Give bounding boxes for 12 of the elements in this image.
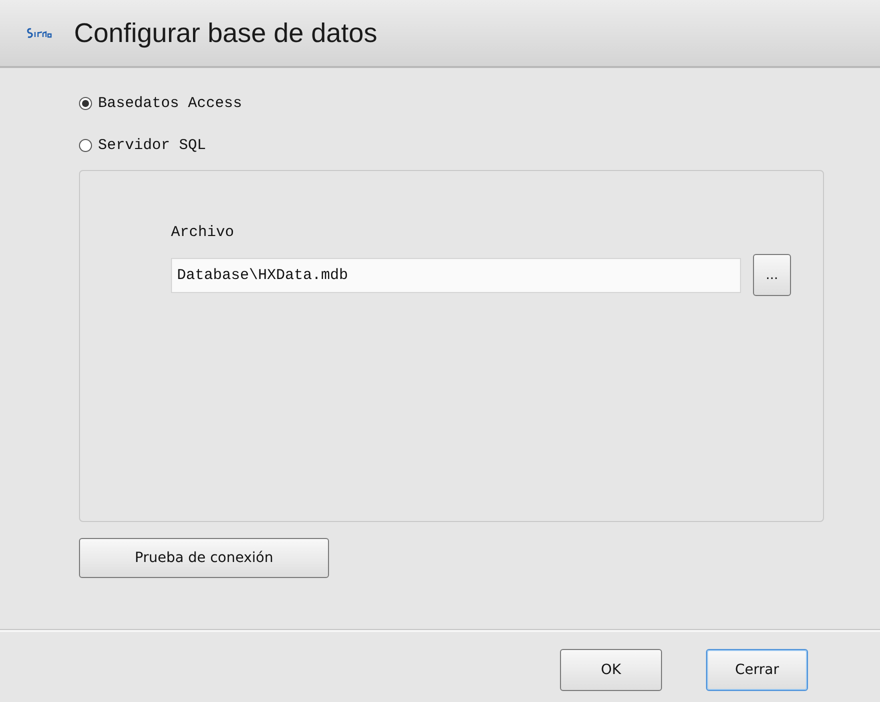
file-path-field[interactable]: Database\HXData.mdb xyxy=(171,258,741,292)
close-button[interactable]: Cerrar xyxy=(706,649,808,691)
radio-option[interactable]: Servidor SQL xyxy=(79,134,206,156)
radio-icon[interactable] xyxy=(79,138,92,152)
window-title: Configurar base de datos xyxy=(74,18,378,48)
radio-icon[interactable] xyxy=(79,96,92,110)
radio-option[interactable]: Basedatos Access xyxy=(79,92,242,114)
logo-icon xyxy=(26,27,52,39)
field-label: Archivo xyxy=(171,224,236,243)
test-connection-button[interactable]: Prueba de conexión xyxy=(79,538,329,578)
browse-button[interactable]: ... xyxy=(753,254,791,296)
ok-button[interactable]: OK xyxy=(560,649,662,691)
